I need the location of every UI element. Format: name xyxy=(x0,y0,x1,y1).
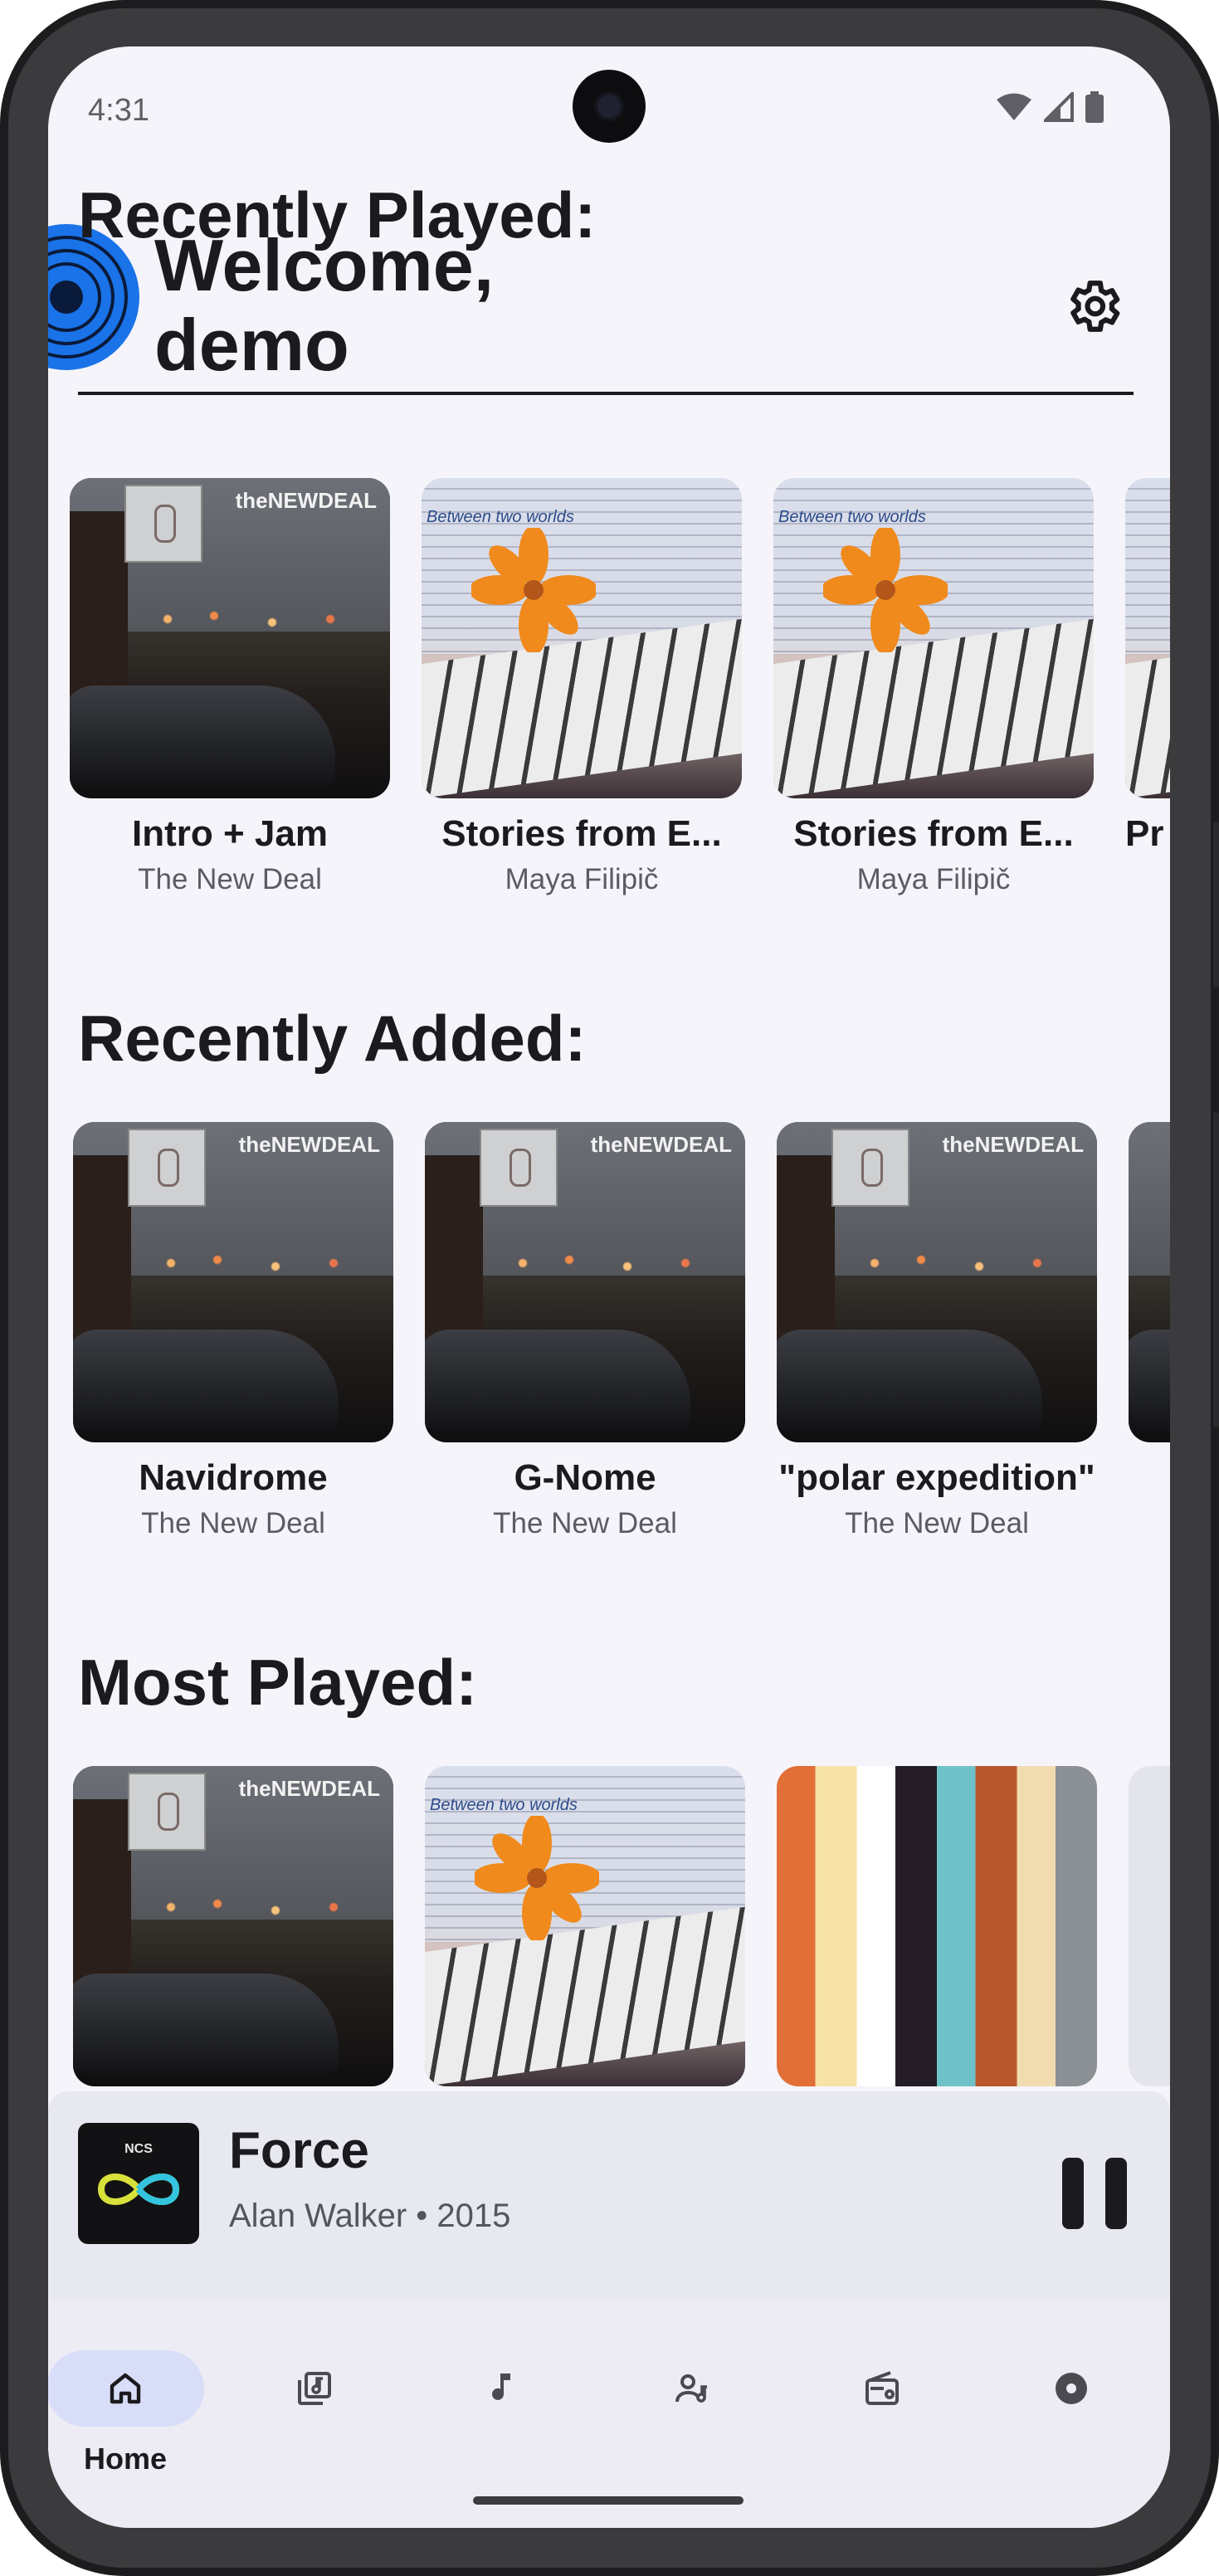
art-label: theNEWDEAL xyxy=(235,488,377,513)
album-art: Between two worlds xyxy=(773,478,1094,798)
album-card[interactable]: theNEWDEAL xyxy=(73,1766,393,2086)
nav-item-songs[interactable] xyxy=(425,2350,583,2433)
status-icons xyxy=(996,91,1104,123)
flower-art xyxy=(823,528,948,652)
art-script-text: Between two worlds xyxy=(430,1796,578,1814)
art-label: theNEWDEAL xyxy=(238,1132,380,1157)
section-title-recently-added: Recently Added: xyxy=(78,1002,587,1075)
welcome-username: demo xyxy=(154,304,349,386)
album-title: G-Nome xyxy=(514,1457,656,1498)
art-script-text: Between two worlds xyxy=(427,508,574,526)
artists-icon xyxy=(675,2374,707,2403)
album-card[interactable]: Between two worlds Stories from E... May… xyxy=(773,478,1094,896)
album-card[interactable]: theNEWDEAL G-Nome The New Deal xyxy=(425,1122,745,1540)
album-artist: Maya Filipič xyxy=(505,863,659,895)
library-icon xyxy=(298,2372,331,2405)
pause-icon xyxy=(1062,2158,1084,2229)
mini-player[interactable]: NCS Force Alan Walker • 2015 xyxy=(48,2091,1170,2300)
recently-added-row[interactable]: theNEWDEAL Navidrome The New Deal theNEW… xyxy=(70,1122,1170,1587)
art-label: theNEWDEAL xyxy=(590,1132,732,1157)
album-card[interactable] xyxy=(1129,1122,1170,1442)
section-title-most-played: Most Played: xyxy=(78,1646,478,1719)
music-note-icon xyxy=(492,2374,510,2400)
album-card[interactable]: theNEWDEAL Navidrome The New Deal xyxy=(73,1122,393,1540)
album-artist: The New Deal xyxy=(845,1507,1029,1539)
album-card[interactable]: Pr xyxy=(1125,478,1170,855)
now-playing-art-label: NCS xyxy=(124,2142,153,2156)
infinity-logo-art: NCS xyxy=(97,2142,180,2205)
album-artist: Maya Filipič xyxy=(856,863,1011,895)
settings-gear-icon[interactable] xyxy=(1062,276,1124,337)
section-title-recently-played: Recently Played: xyxy=(78,178,597,251)
header-divider xyxy=(78,392,1134,395)
album-artist: The New Deal xyxy=(141,1507,325,1539)
flower-art xyxy=(471,528,596,652)
status-time: 4:31 xyxy=(88,93,149,128)
nav-item-artists[interactable] xyxy=(614,2350,772,2433)
power-button xyxy=(1213,1112,1219,1427)
album-art xyxy=(1129,1122,1170,1442)
art-label: theNEWDEAL xyxy=(942,1132,1084,1157)
art-script-text: Between two worlds xyxy=(778,508,926,526)
art-label: theNEWDEAL xyxy=(238,1776,380,1801)
gesture-home-indicator xyxy=(473,2496,744,2505)
volume-button xyxy=(1213,822,1219,988)
album-card[interactable]: theNEWDEAL "polar expedition" The New De… xyxy=(777,1122,1097,1540)
album-art: theNEWDEAL xyxy=(777,1122,1097,1442)
now-playing-subtitle: Alan Walker • 2015 xyxy=(229,2198,511,2234)
nav-item-radio[interactable] xyxy=(803,2350,961,2433)
album-title: Intro + Jam xyxy=(132,813,328,854)
album-title: Pr xyxy=(1125,813,1164,854)
album-title: Navidrome xyxy=(139,1457,328,1498)
signal-icon xyxy=(1044,92,1074,122)
album-art xyxy=(1125,478,1170,798)
album-title: Stories from E... xyxy=(441,813,722,854)
nav-label-home: Home xyxy=(83,2442,168,2476)
album-artist: The New Deal xyxy=(493,1507,677,1539)
album-title: Stories from E... xyxy=(793,813,1074,854)
radio-icon xyxy=(865,2371,899,2405)
wifi-icon xyxy=(997,93,1031,120)
nav-item-playlists[interactable] xyxy=(992,2350,1150,2433)
album-card[interactable] xyxy=(1129,1766,1170,2086)
album-art: theNEWDEAL xyxy=(70,478,390,798)
home-icon xyxy=(110,2373,141,2404)
now-playing-title: Force xyxy=(229,2122,369,2179)
album-art: theNEWDEAL xyxy=(73,1122,393,1442)
recently-played-row[interactable]: theNEWDEAL Intro + Jam The New Deal Betw… xyxy=(70,478,1170,943)
album-art-placeholder xyxy=(1129,1766,1170,2086)
disc-icon xyxy=(1056,2373,1087,2404)
album-art: theNEWDEAL xyxy=(425,1122,745,1442)
album-title: "polar expedition" xyxy=(778,1457,1095,1498)
album-card[interactable]: Between two worlds Stories from E... May… xyxy=(422,478,742,896)
album-art: Between two worlds xyxy=(422,478,742,798)
album-card[interactable]: Between two worlds xyxy=(425,1766,745,2086)
album-card[interactable]: theNEWDEAL Intro + Jam The New Deal xyxy=(70,478,390,896)
front-camera xyxy=(573,70,646,143)
battery-icon xyxy=(1085,91,1104,123)
album-artist: The New Deal xyxy=(138,863,322,895)
bottom-navigation: Home xyxy=(48,2300,1170,2528)
now-playing-art: NCS xyxy=(78,2123,199,2244)
album-art xyxy=(777,1766,1097,2086)
flower-art xyxy=(475,1816,599,1940)
nav-item-library[interactable] xyxy=(236,2350,393,2433)
album-art: Between two worlds xyxy=(425,1766,745,2086)
status-bar: 4:31 xyxy=(48,46,1170,146)
pause-button[interactable] xyxy=(1062,2158,1129,2229)
nav-item-home[interactable]: Home xyxy=(48,2350,204,2476)
screen: 4:31 Welcome, demo Recently Played: theN… xyxy=(48,46,1170,2528)
album-art: theNEWDEAL xyxy=(73,1766,393,2086)
album-card[interactable] xyxy=(777,1766,1097,2086)
most-played-row[interactable]: theNEWDEAL Between two worlds xyxy=(70,1766,1170,2091)
